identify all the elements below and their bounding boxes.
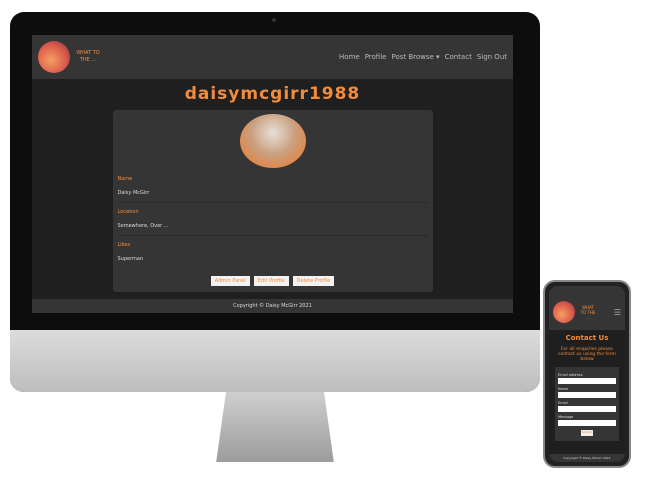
field-value: Superman xyxy=(117,256,144,262)
desktop-screen: WHAT TO THE ... Home Profile Post Browse… xyxy=(32,35,513,313)
page-title: daisymcgirr1988 xyxy=(184,84,361,104)
nav-menu: Home Profile Post Browse ▾ Contact Sign … xyxy=(339,53,507,61)
field-label: Message xyxy=(558,415,574,419)
admin-panel-button[interactable]: Admin Panel xyxy=(210,276,250,286)
submit-button[interactable]: Submit xyxy=(581,430,593,436)
contact-intro: For all enquiries please contact us usin… xyxy=(558,347,616,362)
logo-text: WHAT TO THE ... xyxy=(580,304,596,320)
nav-contact[interactable]: Contact xyxy=(445,53,472,61)
mobile-logo[interactable]: WHAT TO THE ... xyxy=(553,301,597,323)
email-input[interactable] xyxy=(558,406,616,412)
email-address-input[interactable]: ... xyxy=(558,378,616,384)
field-label: Likes xyxy=(117,242,131,248)
mobile-footer: Copyright © Daisy McGirr 2021 xyxy=(549,454,625,462)
avatar xyxy=(239,114,306,168)
field-label: Location xyxy=(117,209,139,215)
hamburger-menu-icon[interactable]: ☰ xyxy=(614,308,621,317)
name-input[interactable] xyxy=(558,392,616,398)
footer: Copyright © Daisy McGirr 2021 xyxy=(32,299,513,313)
logo[interactable]: WHAT TO THE ... xyxy=(38,41,102,73)
message-input[interactable] xyxy=(558,420,616,426)
nav-profile[interactable]: Profile xyxy=(365,53,387,61)
contact-title: Contact Us xyxy=(565,334,609,342)
imac-stand xyxy=(216,392,334,462)
delete-profile-button[interactable]: Delete Profile xyxy=(292,276,335,286)
field-label: Name xyxy=(117,176,133,182)
field-label: Email address xyxy=(558,373,583,377)
edit-profile-button[interactable]: Edit Profile xyxy=(253,276,289,286)
imac-chin xyxy=(10,330,540,392)
logo-image xyxy=(553,301,575,323)
nav-sign-out[interactable]: Sign Out xyxy=(477,53,507,61)
field-label: Name xyxy=(558,387,569,391)
navbar: WHAT TO THE ... Home Profile Post Browse… xyxy=(32,35,513,79)
nav-post-browse[interactable]: Post Browse ▾ xyxy=(391,53,439,61)
field-label: Email xyxy=(558,401,568,405)
mobile-navbar: WHAT TO THE ... ☰ xyxy=(549,286,625,330)
logo-image xyxy=(38,41,70,73)
logo-text: WHAT TO THE ... xyxy=(76,50,100,63)
profile-card: Name Daisy McGirr Location Somewhere, Ov… xyxy=(112,110,433,292)
field-value: Somewhere, Over ... xyxy=(117,223,428,236)
field-value: Daisy McGirr xyxy=(117,190,428,203)
mobile-screen: WHAT TO THE ... ☰ Contact Us For all enq… xyxy=(549,286,625,462)
profile-actions: Admin Panel Edit Profile Delete Profile xyxy=(118,276,428,286)
phone-frame: WHAT TO THE ... ☰ Contact Us For all enq… xyxy=(543,280,631,468)
nav-home[interactable]: Home xyxy=(339,53,360,61)
camera xyxy=(272,18,276,22)
contact-form: Email address ... Name Email Message Sub… xyxy=(555,367,619,441)
